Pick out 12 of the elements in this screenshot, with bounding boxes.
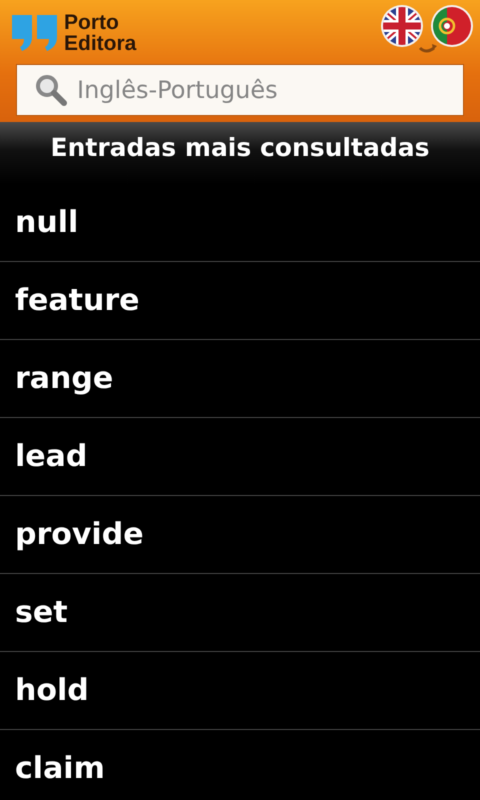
logo-text: Editora <box>64 33 136 54</box>
quote-mark-icon <box>10 13 60 53</box>
logo-text: Porto <box>64 12 120 33</box>
entry-item[interactable]: provide <box>0 496 480 574</box>
entry-item[interactable]: hold <box>0 652 480 730</box>
entry-item[interactable]: set <box>0 574 480 652</box>
entry-item[interactable]: feature <box>0 262 480 340</box>
entry-item[interactable]: lead <box>0 418 480 496</box>
entry-item[interactable]: claim <box>0 730 480 800</box>
entry-item[interactable]: null <box>0 184 480 262</box>
entry-item[interactable]: range <box>0 340 480 418</box>
search-field[interactable]: Inglês-Português <box>16 64 464 116</box>
